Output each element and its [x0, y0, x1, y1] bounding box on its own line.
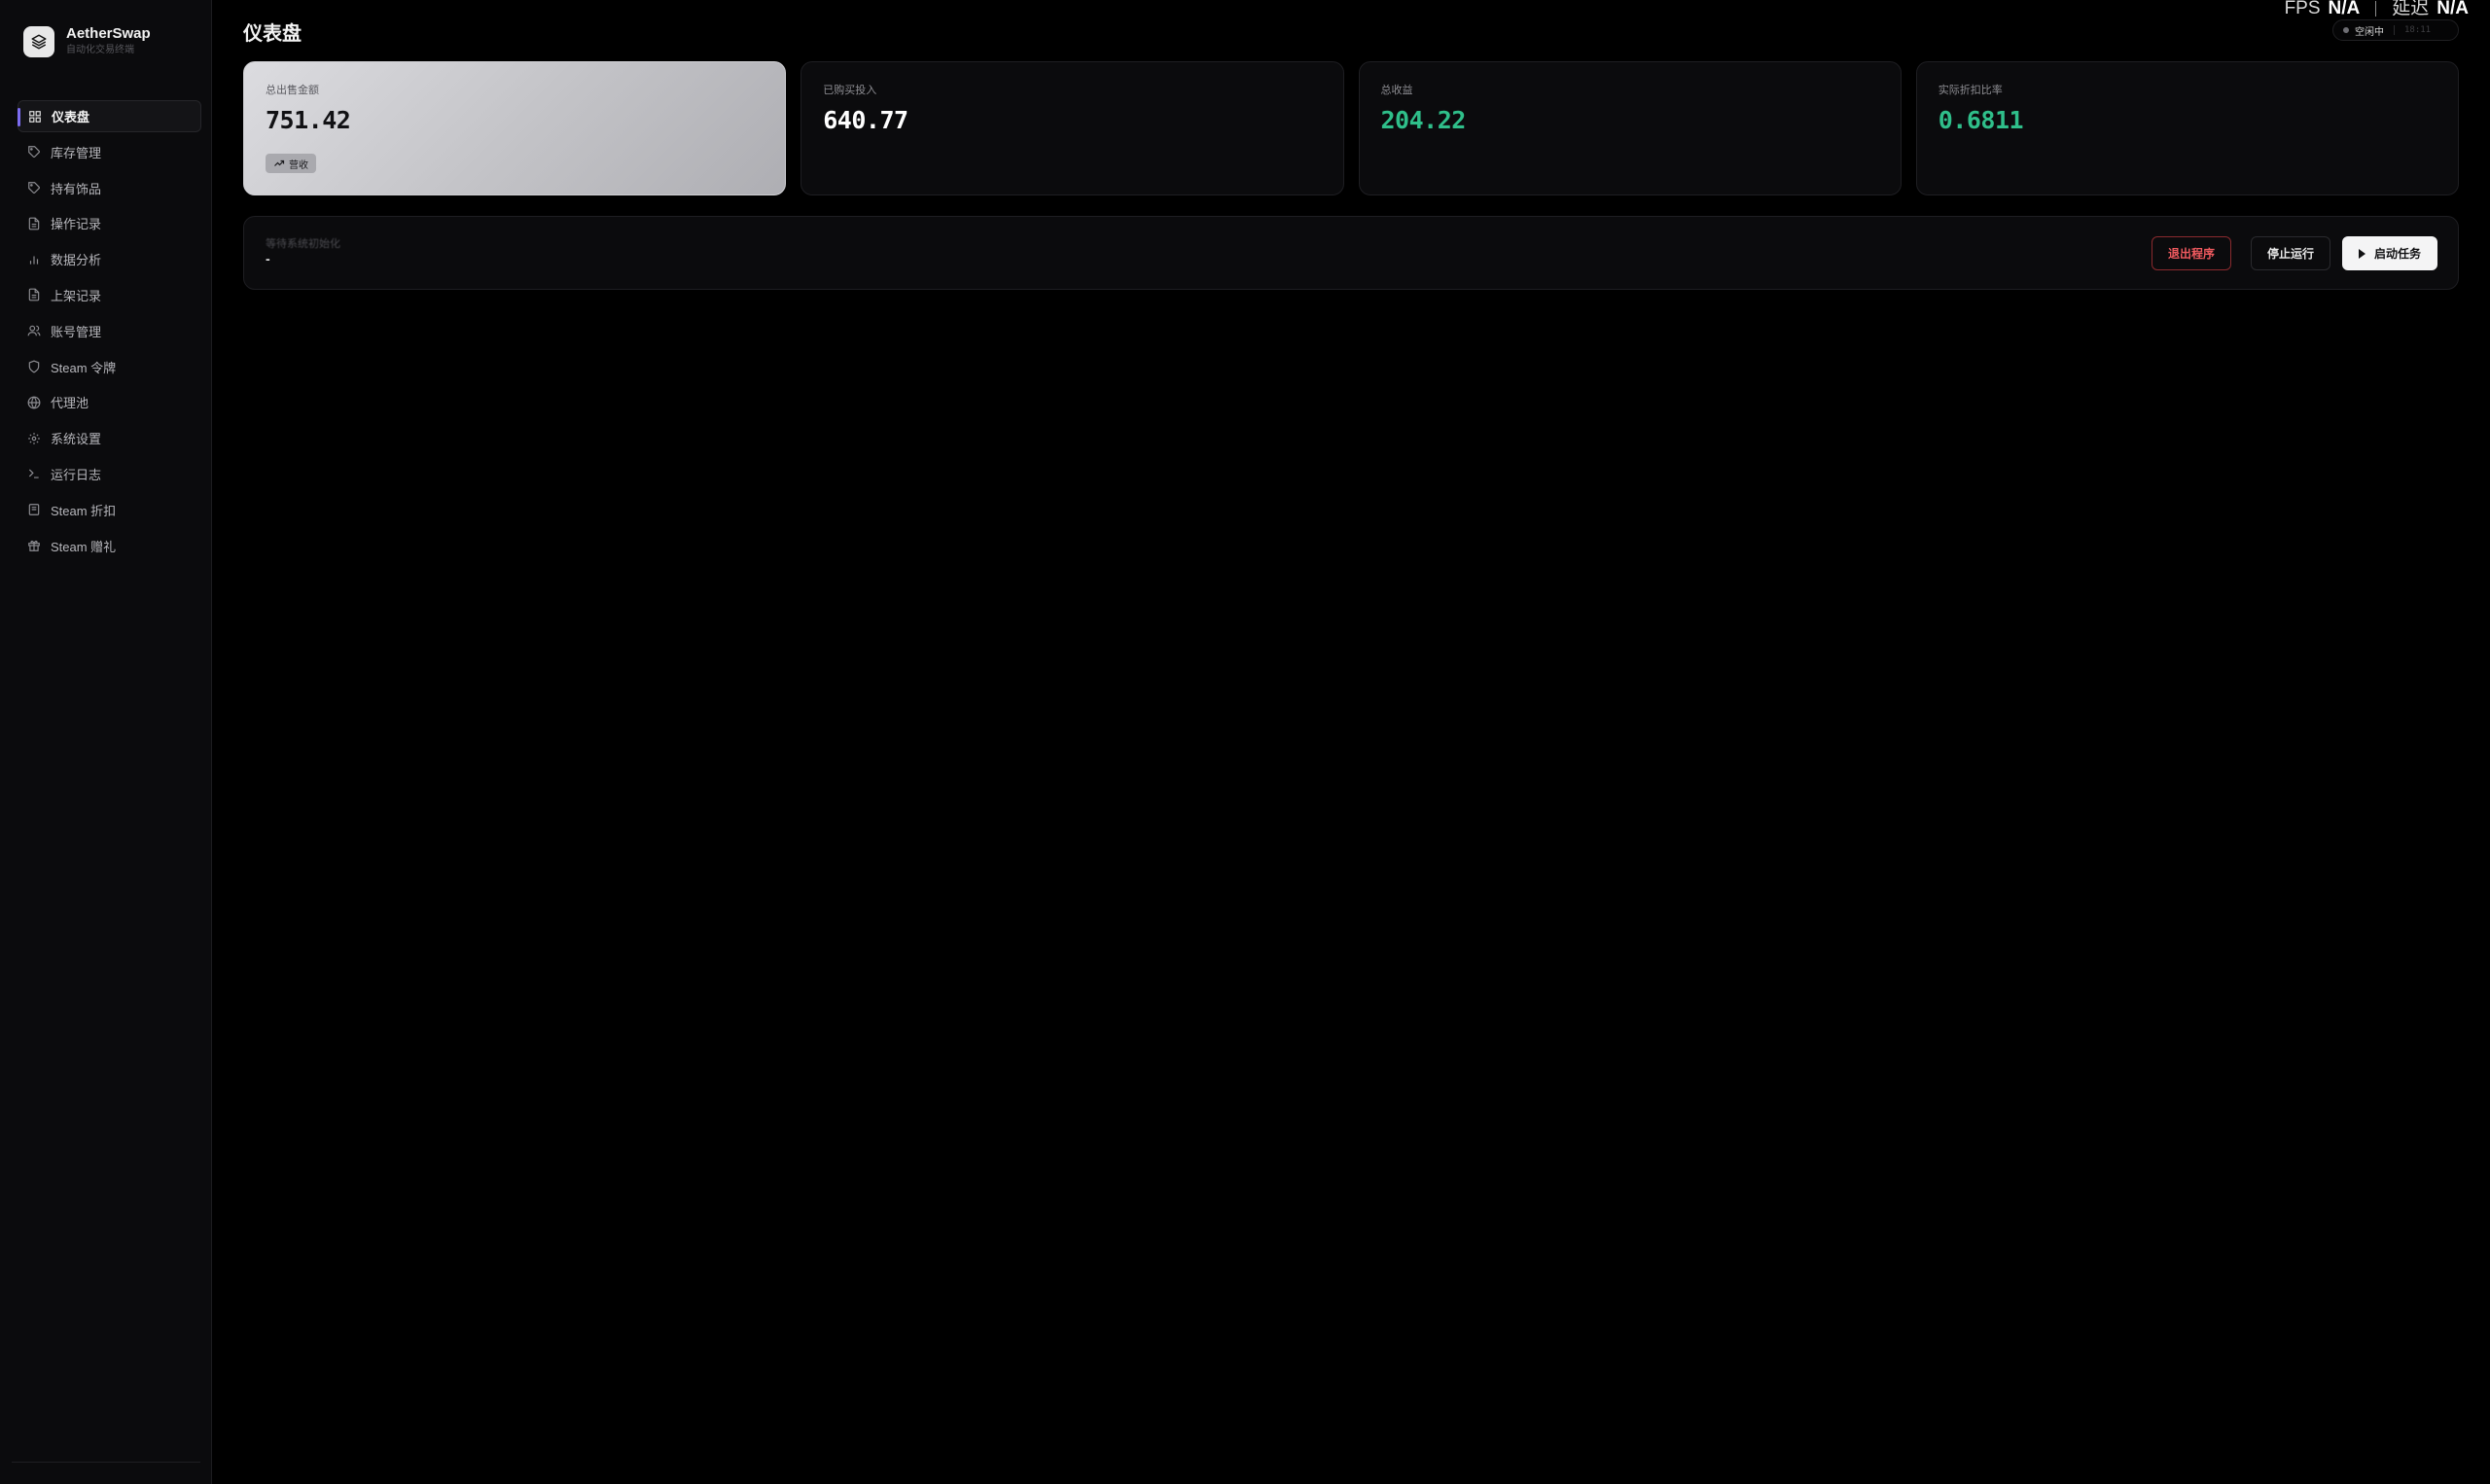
stat-card-discount-ratio: 实际折扣比率 0.6811	[1915, 61, 2459, 195]
sidebar-item-listing-log[interactable]: 上架记录	[18, 279, 201, 311]
exit-button[interactable]: 退出程序	[2151, 236, 2231, 270]
task-status-title: 等待系统初始化	[266, 238, 340, 250]
sidebar-item-label: 代理池	[51, 396, 89, 411]
sidebar-item-run-log[interactable]: 运行日志	[18, 458, 201, 490]
sidebar-item-steam-discount[interactable]: Steam 折扣	[18, 494, 201, 526]
stat-card-total-profit: 总收益 204.22	[1358, 61, 1902, 195]
card-label: 实际折扣比率	[1938, 85, 2003, 96]
layers-icon	[23, 25, 54, 57]
stat-card-total-sales: 总出售金额 751.42 营收	[243, 61, 787, 195]
stop-button[interactable]: 停止运行	[2250, 236, 2330, 270]
terminal-icon	[27, 467, 41, 480]
stat-cards: 总出售金额 751.42 营收 已购买投入 640.77 总收益 204.22 …	[243, 61, 2459, 195]
users-icon	[27, 324, 41, 337]
card-value: 751.42	[266, 106, 351, 134]
card-value: 640.77	[823, 106, 908, 134]
sidebar-item-label: 账号管理	[51, 324, 102, 339]
sidebar-item-steam-gift[interactable]: Steam 赠礼	[18, 530, 201, 562]
brand-subtitle: 自动化交易终端	[66, 45, 134, 55]
sidebar-item-steam-token[interactable]: Steam 令牌	[18, 351, 201, 383]
card-value: 0.6811	[1938, 106, 2024, 134]
file-icon	[27, 217, 41, 230]
grid-icon	[28, 110, 42, 124]
status-pill: 空闲中 18:11	[2332, 19, 2459, 41]
latency-value: N/A	[2437, 0, 2469, 18]
sidebar-item-label: 库存管理	[51, 145, 102, 160]
sidebar-item-label: Steam 折扣	[51, 503, 117, 518]
fps-value: N/A	[2328, 0, 2361, 18]
task-actions: 退出程序 停止运行 启动任务	[2151, 236, 2437, 270]
app-root: AetherSwap 自动化交易终端 仪表盘 库存管理 持有饰品 操作记录 数据…	[0, 0, 2490, 1484]
task-status-detail: -	[266, 251, 270, 266]
sidebar-item-proxy-pool[interactable]: 代理池	[18, 386, 201, 418]
sidebar-item-accounts[interactable]: 账号管理	[18, 315, 201, 347]
stat-card-purchase-investment: 已购买投入 640.77	[800, 61, 1344, 195]
brand-name: AetherSwap	[66, 25, 151, 42]
status-divider	[2394, 25, 2395, 35]
trending-up-icon	[274, 159, 285, 166]
shield-icon	[27, 360, 41, 373]
stats-divider	[2375, 1, 2377, 17]
sidebar-item-settings[interactable]: 系统设置	[18, 422, 201, 454]
sidebar-item-operation-log[interactable]: 操作记录	[18, 207, 201, 239]
sidebar-item-label: 数据分析	[51, 253, 102, 268]
card-value: 204.22	[1380, 106, 1467, 134]
revenue-badge: 营收	[266, 154, 316, 173]
sidebar-item-label: Steam 赠礼	[51, 539, 117, 554]
start-task-label: 启动任务	[2373, 247, 2421, 261]
gift-icon	[27, 539, 41, 552]
file-icon	[27, 288, 41, 301]
page-title: 仪表盘	[243, 23, 302, 45]
gear-icon	[27, 432, 41, 445]
globe-icon	[27, 396, 41, 409]
sidebar-item-analytics[interactable]: 数据分析	[18, 243, 201, 275]
sidebar-item-dashboard[interactable]: 仪表盘	[18, 100, 201, 132]
status-dot-icon	[2343, 27, 2349, 33]
sidebar-item-label: Steam 令牌	[51, 360, 117, 375]
start-task-button[interactable]: 启动任务	[2341, 236, 2437, 270]
sidebar-divider	[12, 1462, 200, 1463]
sidebar-item-inventory[interactable]: 库存管理	[18, 136, 201, 168]
tag-icon	[27, 181, 41, 194]
fps-label: FPS	[2284, 0, 2321, 18]
card-label: 总收益	[1380, 85, 1413, 96]
sidebar-item-label: 仪表盘	[52, 110, 90, 124]
card-label: 总出售金额	[266, 85, 319, 96]
brand[interactable]: AetherSwap 自动化交易终端	[23, 25, 151, 57]
sidebar-item-holdings[interactable]: 持有饰品	[18, 172, 201, 204]
sidebar-item-label: 运行日志	[51, 467, 102, 482]
status-time: 18:11	[2404, 25, 2432, 35]
play-icon	[2358, 248, 2366, 259]
badge-label: 营收	[289, 159, 308, 171]
sidebar-item-label: 操作记录	[51, 217, 102, 232]
sidebar-nav: 仪表盘 库存管理 持有饰品 操作记录 数据分析 上架记录 账号管理 Steam …	[18, 100, 201, 565]
sidebar-item-label: 上架记录	[51, 288, 102, 303]
task-panel: 等待系统初始化 - 退出程序 停止运行 启动任务	[243, 216, 2459, 290]
sidebar: AetherSwap 自动化交易终端 仪表盘 库存管理 持有饰品 操作记录 数据…	[0, 0, 212, 1484]
tag-icon	[27, 145, 41, 159]
sidebar-item-label: 持有饰品	[51, 181, 102, 196]
status-text: 空闲中	[2355, 26, 2384, 38]
brand-text: AetherSwap 自动化交易终端	[66, 25, 151, 57]
bar-chart-icon	[27, 253, 41, 266]
sidebar-item-label: 系统设置	[51, 432, 102, 447]
performance-stats: FPS N/A 延迟 N/A	[2285, 0, 2469, 18]
receipt-icon	[27, 503, 41, 516]
card-label: 已购买投入	[823, 85, 877, 96]
latency-label: 延迟	[2392, 0, 2430, 18]
